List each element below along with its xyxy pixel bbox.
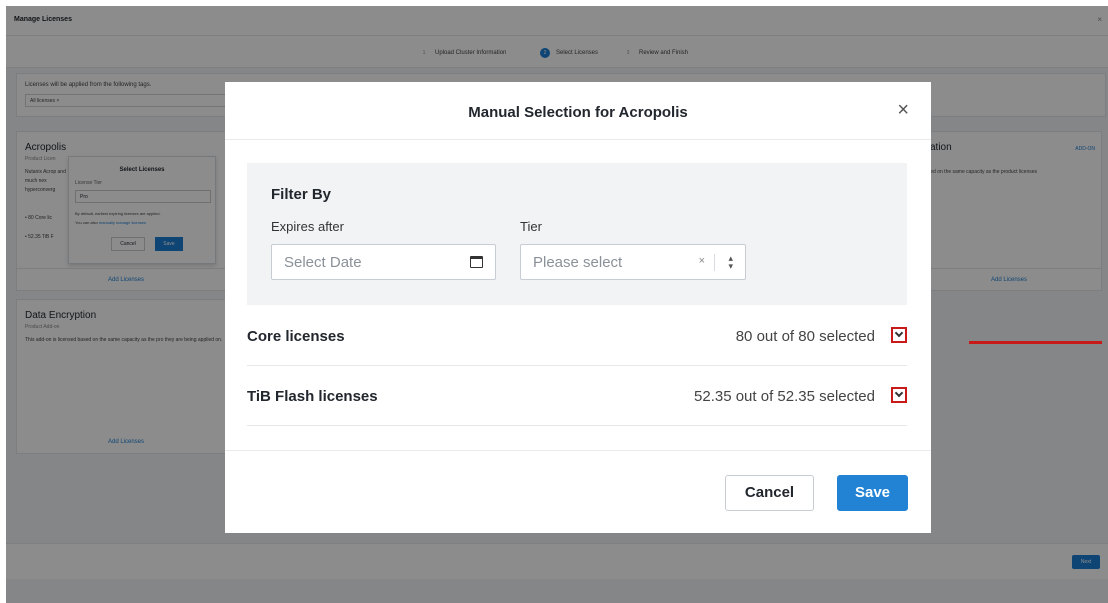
tier-placeholder: Please select: [533, 254, 623, 271]
calendar-icon[interactable]: [470, 256, 483, 268]
manual-selection-modal: Manual Selection for Acropolis × Filter …: [225, 82, 931, 533]
modal-header: Manual Selection for Acropolis ×: [225, 82, 931, 140]
chevron-glyph: [894, 328, 904, 338]
license-name: Core licenses: [247, 328, 345, 345]
sort-arrows-icon[interactable]: ▴ ▾: [728, 254, 733, 271]
modal-footer: Cancel Save: [225, 450, 931, 533]
cancel-button[interactable]: Cancel: [725, 475, 814, 511]
filter-title: Filter By: [271, 186, 332, 203]
modal-title: Manual Selection for Acropolis: [468, 104, 688, 121]
expires-after-date-input[interactable]: Select Date: [271, 244, 496, 280]
date-placeholder: Select Date: [284, 254, 362, 271]
filter-panel: Filter By Expires after Select Date Tier…: [247, 163, 907, 305]
save-button[interactable]: Save: [837, 475, 908, 511]
annotation-line: [969, 341, 1102, 344]
select-divider: [714, 254, 715, 271]
chevron-down-icon[interactable]: [891, 387, 907, 403]
tier-label: Tier: [520, 219, 542, 234]
license-count: 52.35 out of 52.35 selected: [694, 388, 875, 405]
chevron-down-icon[interactable]: [891, 327, 907, 343]
expires-after-label: Expires after: [271, 219, 344, 234]
license-row-core: Core licenses 80 out of 80 selected: [247, 306, 907, 366]
chevron-glyph: [894, 388, 904, 398]
license-name: TiB Flash licenses: [247, 388, 378, 405]
license-count: 80 out of 80 selected: [735, 328, 875, 345]
clear-icon[interactable]: ×: [699, 255, 705, 267]
tier-select[interactable]: Please select × ▴ ▾: [520, 244, 746, 280]
close-icon[interactable]: ×: [897, 100, 909, 120]
license-row-tib-flash: TiB Flash licenses 52.35 out of 52.35 se…: [247, 366, 907, 426]
